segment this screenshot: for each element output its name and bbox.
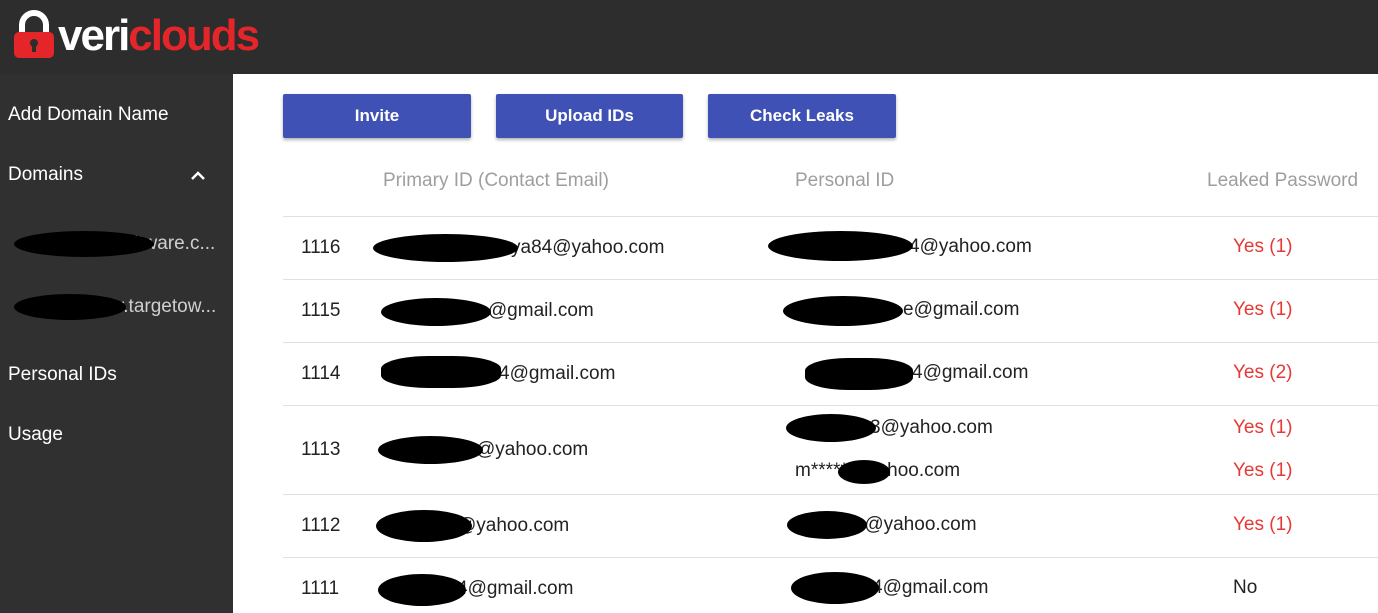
row-id: 1114 <box>301 363 341 384</box>
upload-ids-button[interactable]: Upload IDs <box>496 94 683 138</box>
sidebar-item-usage[interactable]: Usage <box>8 424 63 446</box>
column-header-leaked[interactable]: Leaked Password <box>1207 170 1358 192</box>
redaction-mark <box>378 436 483 464</box>
row-id: 1115 <box>301 300 341 321</box>
primary-email: @yahoo.com <box>457 515 570 536</box>
lock-icon <box>14 10 54 58</box>
column-header-personal[interactable]: Personal ID <box>795 170 894 192</box>
personal-email: r@yahoo.com <box>858 514 977 535</box>
leaked-status[interactable]: Yes (1) <box>1233 299 1293 321</box>
logo-wordmark: vericlouds <box>58 11 260 60</box>
redaction-mark <box>805 358 913 390</box>
redaction-mark <box>786 414 876 442</box>
redaction-mark <box>373 234 518 262</box>
leaked-status[interactable]: Yes (1) <box>1233 236 1293 258</box>
divider <box>283 216 1378 217</box>
leaked-status[interactable]: Yes (1) <box>1233 460 1293 482</box>
primary-email: @yahoo.com <box>476 439 589 460</box>
personal-email: e@gmail.com <box>903 299 1020 320</box>
row-id: 1116 <box>301 237 341 258</box>
logo-text-white: veri <box>58 11 130 60</box>
sidebar-item-domains[interactable]: Domains <box>8 164 83 186</box>
personal-email: 3@yahoo.com <box>870 417 993 438</box>
sidebar-item-personal-ids[interactable]: Personal IDs <box>8 364 117 386</box>
personal-email: 4@gmail.com <box>912 362 1029 383</box>
row-id: 1112 <box>301 515 341 536</box>
check-leaks-button[interactable]: Check Leaks <box>708 94 896 138</box>
primary-email: 4@gmail.com <box>499 363 616 384</box>
chevron-up-icon[interactable] <box>188 166 208 186</box>
top-bar: vericlouds <box>0 0 1378 74</box>
redaction-mark <box>791 572 879 604</box>
domain-item-2[interactable]: r.targetow... <box>14 292 217 322</box>
redaction-mark <box>378 574 466 606</box>
personal-email: 4@yahoo.com <box>909 236 1032 257</box>
logo-text-red: clouds <box>128 11 260 60</box>
redaction-mark <box>783 296 903 326</box>
column-header-primary[interactable]: Primary ID (Contact Email) <box>383 170 609 192</box>
leaked-status[interactable]: Yes (2) <box>1233 362 1293 384</box>
sidebar-item-add-domain[interactable]: Add Domain Name <box>8 104 169 126</box>
divider <box>283 342 1378 343</box>
divider <box>283 405 1378 406</box>
leaked-status[interactable]: No <box>1233 577 1257 599</box>
domain-item-2-label: r.targetow... <box>118 296 217 317</box>
divider <box>283 494 1378 495</box>
row-id: 1113 <box>301 439 341 460</box>
redaction-mark <box>381 298 491 326</box>
row-id: 1111 <box>301 578 340 599</box>
leaked-status[interactable]: Yes (1) <box>1233 514 1293 536</box>
invite-button[interactable]: Invite <box>283 94 471 138</box>
redaction-mark <box>838 460 890 484</box>
sidebar: Add Domain Name Domains ltware.c... r.ta… <box>0 74 233 613</box>
main-content: Invite Upload IDs Check Leaks Primary ID… <box>233 74 1378 613</box>
redaction-mark <box>14 231 154 257</box>
redaction-mark <box>14 294 126 320</box>
redaction-mark <box>787 511 867 539</box>
primary-email: ya84@yahoo.com <box>511 237 665 258</box>
vericlouds-logo[interactable]: vericlouds <box>12 4 260 60</box>
redaction-mark <box>376 510 472 542</box>
divider <box>283 557 1378 558</box>
domain-item-1[interactable]: ltware.c... <box>14 229 215 259</box>
primary-email: 4@gmail.com <box>457 578 574 599</box>
redaction-mark <box>381 356 501 388</box>
divider <box>283 279 1378 280</box>
redaction-mark <box>768 231 913 261</box>
personal-email: 4@gmail.com <box>872 577 989 598</box>
leaked-status[interactable]: Yes (1) <box>1233 417 1293 439</box>
